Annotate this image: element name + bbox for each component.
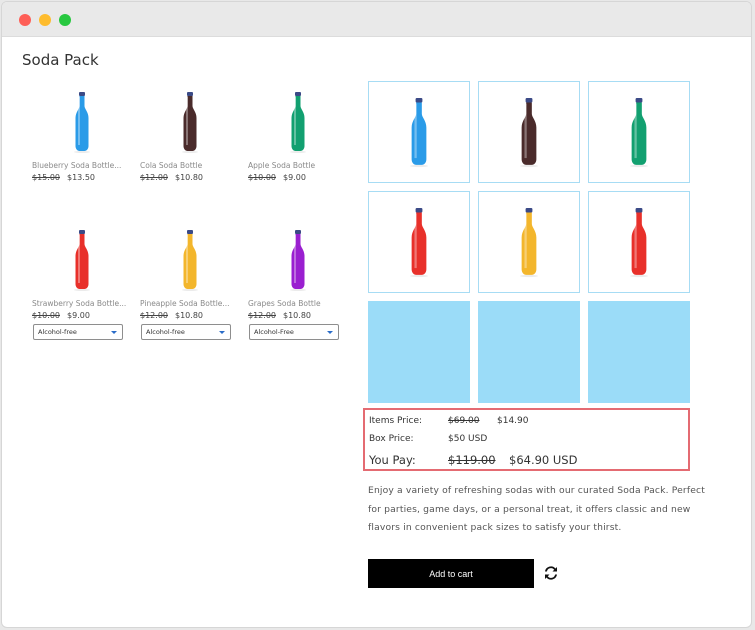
product-name[interactable]: Apple Soda Bottle: [248, 161, 348, 170]
items-price-label: Items Price:: [369, 416, 423, 426]
product-prices: $15.00 $13.50: [32, 173, 95, 182]
box-slot-empty[interactable]: [588, 301, 690, 403]
old-price: $12.00: [140, 311, 168, 320]
product-name[interactable]: Grapes Soda Bottle: [248, 299, 348, 308]
product-image[interactable]: [140, 225, 240, 295]
caret-down-icon: [327, 331, 333, 334]
bottle-icon: [409, 208, 429, 278]
close-window-button[interactable]: [19, 14, 31, 26]
product-prices: $12.00 $10.80: [140, 173, 203, 182]
product-name[interactable]: Strawberry Soda Bottle...: [32, 299, 132, 308]
old-price: $15.00: [32, 173, 60, 182]
product-prices: $10.00 $9.00: [248, 173, 306, 182]
old-price: $10.00: [248, 173, 276, 182]
bottle-icon: [409, 98, 429, 168]
add-to-cart-button[interactable]: Add to cart: [368, 559, 534, 588]
box-slot-empty[interactable]: [368, 301, 470, 403]
bottle-icon: [290, 92, 306, 153]
page-title: Soda Pack: [22, 51, 99, 69]
bottle-icon: [182, 92, 198, 153]
product-image[interactable]: [248, 225, 348, 295]
box-slot-filled[interactable]: [368, 81, 470, 183]
variant-select[interactable]: Alcohol-Free: [249, 324, 339, 340]
price-summary: Items Price: $69.00 $14.90 Box Price: $5…: [363, 408, 690, 471]
caret-down-icon: [219, 331, 225, 334]
refresh-icon[interactable]: [542, 564, 560, 582]
sale-price: $9.00: [67, 311, 90, 320]
bottle-icon: [519, 98, 539, 168]
variant-select[interactable]: Alcohol-free: [141, 324, 231, 340]
window-titlebar: [2, 2, 751, 37]
product-name[interactable]: Cola Soda Bottle: [140, 161, 240, 170]
maximize-window-button[interactable]: [59, 14, 71, 26]
product-image[interactable]: [248, 87, 348, 157]
box-slot-empty[interactable]: [478, 301, 580, 403]
you-pay-total: $64.90 USD: [509, 453, 578, 467]
product-image[interactable]: [32, 225, 132, 295]
variant-select-value: Alcohol-Free: [254, 328, 294, 336]
caret-down-icon: [111, 331, 117, 334]
product-image[interactable]: [32, 87, 132, 157]
browser-window: Soda Pack Blueberry Soda Bottle... $15.0…: [1, 1, 752, 628]
pack-box-grid: [368, 81, 694, 407]
old-price: $10.00: [32, 311, 60, 320]
bottle-icon: [519, 208, 539, 278]
box-slot-filled[interactable]: [588, 191, 690, 293]
box-slot-filled[interactable]: [478, 81, 580, 183]
box-price-value: $50 USD: [448, 434, 488, 444]
product-prices: $10.00 $9.00: [32, 311, 90, 320]
product-prices: $12.00 $10.80: [140, 311, 203, 320]
variant-select[interactable]: Alcohol-free: [33, 324, 123, 340]
items-new-price: $14.90: [497, 416, 529, 426]
bottle-icon: [182, 230, 198, 291]
box-slot-filled[interactable]: [478, 191, 580, 293]
bottle-icon: [74, 92, 90, 153]
product-name[interactable]: Blueberry Soda Bottle...: [32, 161, 132, 170]
bottle-icon: [629, 208, 649, 278]
bottle-icon: [290, 230, 306, 291]
product-image[interactable]: [140, 87, 240, 157]
product-name[interactable]: Pineapple Soda Bottle...: [140, 299, 240, 308]
product-description: Enjoy a variety of refreshing sodas with…: [368, 485, 705, 533]
variant-select-value: Alcohol-free: [146, 328, 185, 336]
you-pay-old-price: $119.00: [448, 453, 496, 467]
you-pay-label: You Pay:: [369, 453, 416, 467]
sale-price: $10.80: [283, 311, 311, 320]
items-old-price: $69.00: [448, 416, 480, 426]
bottle-icon: [74, 230, 90, 291]
sale-price: $10.80: [175, 173, 203, 182]
box-slot-filled[interactable]: [368, 191, 470, 293]
box-slot-filled[interactable]: [588, 81, 690, 183]
old-price: $12.00: [140, 173, 168, 182]
sale-price: $13.50: [67, 173, 95, 182]
product-prices: $12.00 $10.80: [248, 311, 311, 320]
sale-price: $10.80: [175, 311, 203, 320]
bottle-icon: [629, 98, 649, 168]
minimize-window-button[interactable]: [39, 14, 51, 26]
variant-select-value: Alcohol-free: [38, 328, 77, 336]
old-price: $12.00: [248, 311, 276, 320]
box-price-label: Box Price:: [369, 434, 414, 444]
sale-price: $9.00: [283, 173, 306, 182]
